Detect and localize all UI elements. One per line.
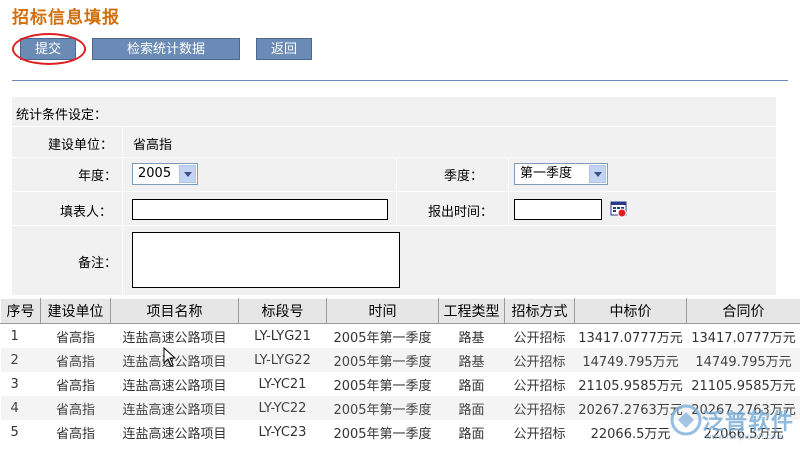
section-title: 统计条件设定： [16, 108, 108, 123]
table-cell: 省高指 [40, 396, 111, 420]
submit-button[interactable]: 提交 [20, 38, 76, 60]
table-cell: 路面 [458, 426, 485, 442]
title-divider [12, 80, 788, 81]
table-cell: 公开招标 [513, 378, 566, 394]
form-col-divider [122, 126, 123, 295]
unit-label: 建设单位： [48, 138, 114, 153]
report-time-label: 报出时间： [428, 205, 494, 220]
column-header[interactable]: 时间 [326, 298, 439, 324]
form-row-divider [12, 225, 776, 226]
table-cell: 公开招标 [504, 348, 575, 372]
table-cell: 21105.9585万元 [578, 378, 683, 394]
table-cell: 连盐高速公路项目 [122, 378, 227, 394]
chevron-down-icon[interactable] [589, 165, 606, 183]
column-header[interactable]: 中标价 [574, 298, 687, 324]
filler-input[interactable] [132, 199, 388, 220]
watermark-url: www.fanpusoft.com [705, 432, 784, 441]
table-cell: 21105.9585万元 [691, 378, 796, 394]
remark-textarea[interactable] [132, 232, 400, 288]
table-row[interactable]: 3 省高指 连盐高速公路项目 LY-YC21 2005年第一季度 路面 公开招标… [1, 372, 800, 396]
chevron-down-icon[interactable] [179, 165, 196, 183]
table-cell: 14749.795万元 [686, 348, 800, 372]
mouse-cursor-icon [163, 347, 177, 367]
table-cell: 2 [0, 348, 41, 372]
table-cell: LY-YC21 [258, 376, 307, 392]
table-cell: 省高指 [40, 348, 111, 372]
back-button[interactable]: 返回 [256, 38, 312, 60]
calendar-icon[interactable] [610, 200, 628, 218]
year-select-value: 2005 [138, 166, 172, 181]
table-cell: 13417.0777万元 [691, 330, 796, 346]
table-cell: 2005年第一季度 [326, 396, 439, 420]
table-cell: 13417.0777万元 [578, 330, 683, 346]
table-cell: 连盐高速公路项目 [122, 330, 227, 346]
column-header[interactable]: 招标方式 [504, 298, 575, 324]
table-cell: 14749.795万元 [574, 348, 687, 372]
quarter-select-value: 第一季度 [520, 166, 573, 181]
table-cell: 1 [10, 328, 19, 344]
table-cell: 省高指 [55, 426, 95, 442]
table-cell: 2005年第一季度 [333, 426, 432, 442]
form-row-divider [12, 157, 776, 158]
quarter-select[interactable]: 第一季度 [514, 163, 608, 185]
table-cell: 省高指 [55, 330, 95, 346]
table-header-row: 序号 建设单位 项目名称 标段号 时间 工程类型 招标方式 中标价 合同价 [0, 298, 800, 324]
table-cell: 连盐高速公路项目 [110, 396, 239, 420]
filter-form: 统计条件设定： 建设单位： 省高指 年度： 2005 季度： 第一季度 填表人：… [12, 97, 776, 295]
remark-label: 备注： [78, 256, 118, 271]
column-header[interactable]: 项目名称 [110, 298, 239, 324]
form-col-divider [508, 157, 509, 225]
table-cell: 3 [10, 376, 19, 392]
year-label: 年度： [78, 169, 118, 184]
table-cell: LY-LYG22 [238, 348, 327, 372]
table-cell: 5 [10, 424, 19, 440]
form-row-divider [12, 191, 776, 192]
column-header[interactable]: 序号 [0, 298, 41, 324]
table-cell: 路基 [458, 330, 485, 346]
table-cell: 路基 [438, 348, 505, 372]
table-cell: 公开招标 [513, 330, 566, 346]
form-col-divider [396, 157, 397, 225]
column-header[interactable]: 工程类型 [438, 298, 505, 324]
table-cell: 2005年第一季度 [333, 378, 432, 394]
table-cell: 省高指 [55, 378, 95, 394]
filler-label: 填表人： [60, 205, 113, 220]
column-header[interactable]: 合同价 [686, 298, 800, 324]
table-cell: 2005年第一季度 [333, 330, 432, 346]
year-select[interactable]: 2005 [132, 163, 198, 185]
table-cell: 路面 [458, 378, 485, 394]
quarter-label: 季度： [444, 169, 484, 184]
form-row-divider [12, 126, 776, 127]
report-time-input[interactable] [514, 199, 602, 220]
table-row[interactable]: 2 省高指 连盐高速公路项目 LY-LYG22 2005年第一季度 路基 公开招… [0, 348, 800, 372]
column-header[interactable]: 标段号 [238, 298, 327, 324]
table-cell: 4 [0, 396, 41, 420]
table-cell: LY-YC23 [258, 424, 307, 440]
table-cell: 公开招标 [513, 426, 566, 442]
unit-value: 省高指 [133, 138, 173, 153]
toolbar: 提交 检索统计数据 返回 [0, 30, 800, 70]
table-row[interactable]: 1 省高指 连盐高速公路项目 LY-LYG21 2005年第一季度 路基 公开招… [1, 324, 800, 349]
table-cell: 连盐高速公路项目 [122, 426, 227, 442]
table-cell: LY-YC22 [238, 396, 327, 420]
table-cell: 路面 [438, 396, 505, 420]
table-cell: LY-LYG21 [254, 328, 311, 344]
table-cell: 公开招标 [504, 396, 575, 420]
table-cell: 2005年第一季度 [326, 348, 439, 372]
search-statistics-button[interactable]: 检索统计数据 [92, 38, 240, 60]
column-header[interactable]: 建设单位 [40, 298, 111, 324]
page-title: 招标信息填报 [12, 8, 120, 28]
